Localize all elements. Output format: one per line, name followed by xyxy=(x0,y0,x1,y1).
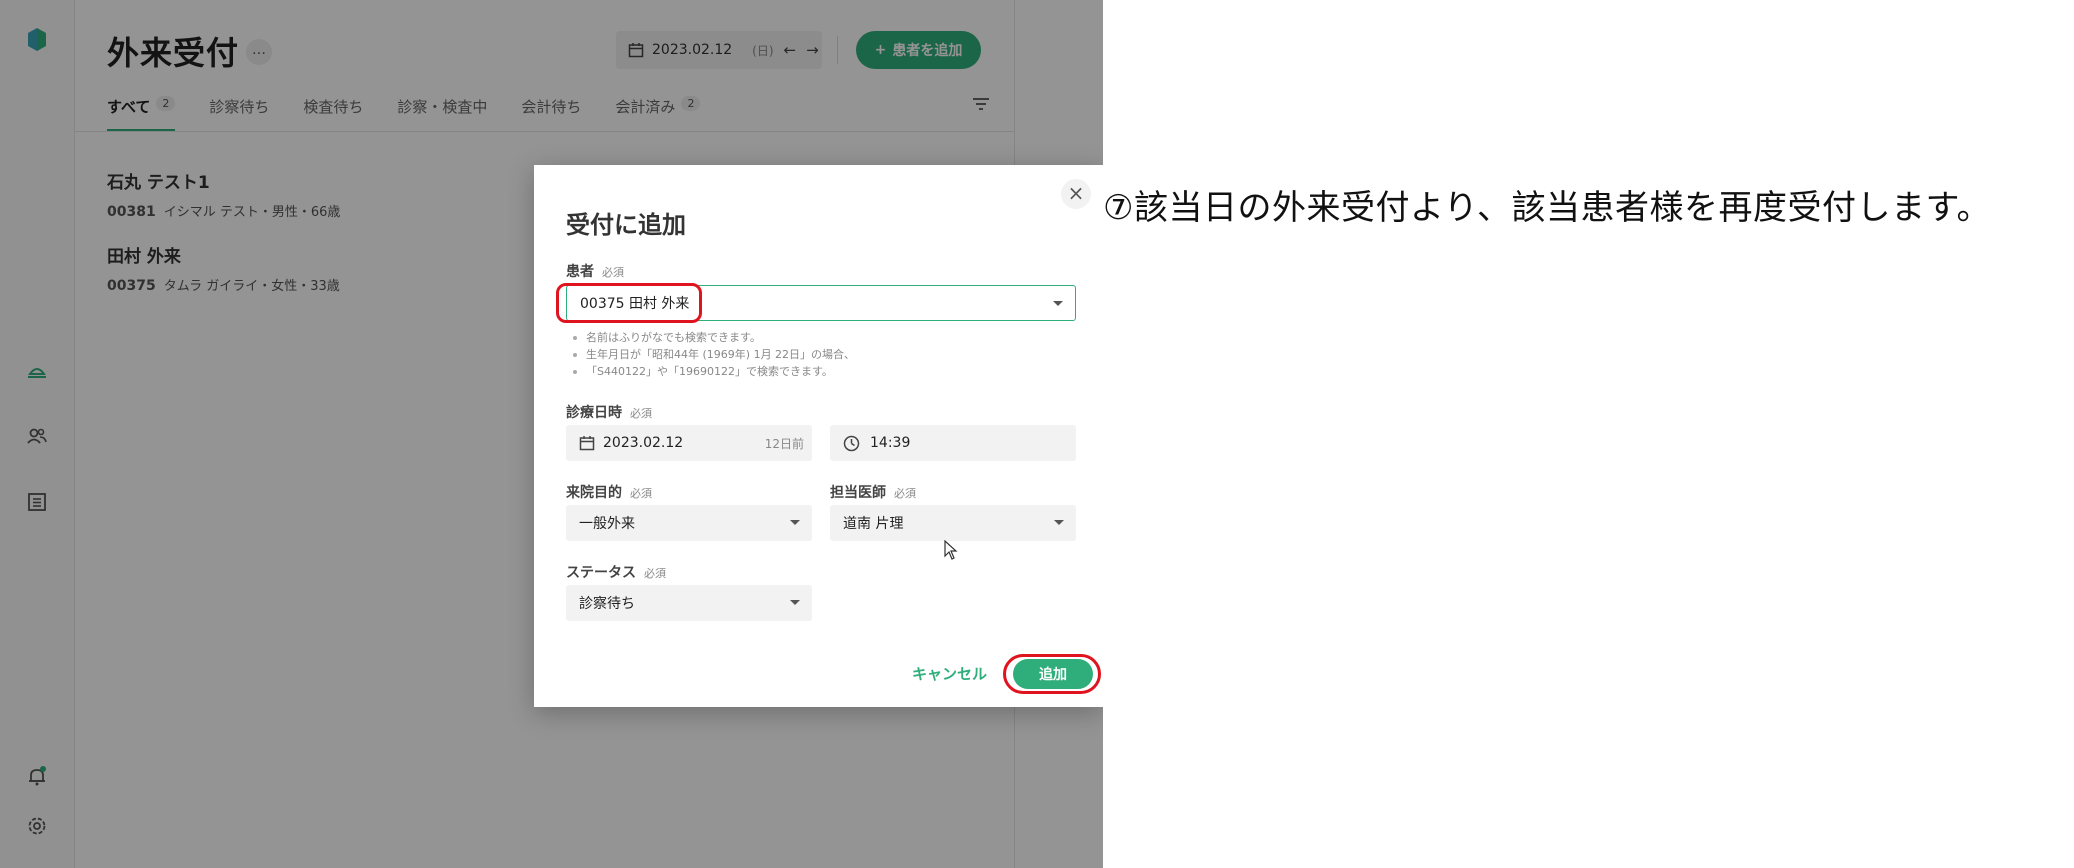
instruction-text: ⑦該当日の外来受付より、該当患者様を再度受付します。 xyxy=(1103,188,1992,228)
hint-text: 名前はふりがなでも検索できます。 xyxy=(570,329,855,346)
cancel-button[interactable]: キャンセル xyxy=(912,663,987,684)
label-text: 来院目的 xyxy=(566,485,622,501)
label-text: ステータス xyxy=(566,565,636,581)
chevron-down-icon xyxy=(790,520,800,525)
patient-label: 患者 必須 xyxy=(566,261,624,281)
required-tag: 必須 xyxy=(630,487,652,500)
label-text: 担当医師 xyxy=(830,485,886,501)
time-value: 14:39 xyxy=(870,435,911,451)
purpose-value: 一般外来 xyxy=(579,516,635,532)
mouse-cursor-icon xyxy=(944,539,958,564)
status-select[interactable]: 診察待ち xyxy=(566,585,812,621)
hint-text: 「S440122」や「19690122」で検索できます。 xyxy=(570,363,855,380)
doctor-value: 道南 片理 xyxy=(843,516,904,532)
time-field[interactable]: 14:39 xyxy=(830,425,1076,461)
calendar-icon xyxy=(579,435,603,451)
datetime-label: 診療日時 必須 xyxy=(566,402,652,422)
date-value: 2023.02.12 xyxy=(603,435,684,451)
dialog-title: 受付に追加 xyxy=(566,211,686,239)
close-icon[interactable]: × xyxy=(1061,179,1091,209)
required-tag: 必須 xyxy=(644,567,666,580)
required-tag: 必須 xyxy=(630,407,652,420)
chevron-down-icon xyxy=(1053,301,1063,306)
label-text: 診療日時 xyxy=(566,405,622,421)
highlight-ring-patient xyxy=(556,283,702,323)
chevron-down-icon xyxy=(790,600,800,605)
required-tag: 必須 xyxy=(894,487,916,500)
doctor-select[interactable]: 道南 片理 xyxy=(830,505,1076,541)
doctor-label: 担当医師 必須 xyxy=(830,482,916,502)
date-field[interactable]: 2023.02.12 12日前 xyxy=(566,425,812,461)
status-label: ステータス 必須 xyxy=(566,562,666,582)
purpose-select[interactable]: 一般外来 xyxy=(566,505,812,541)
status-value: 診察待ち xyxy=(579,596,635,612)
hint-text: 生年月日が「昭和44年 (1969年) 1月 22日」の場合、 xyxy=(570,346,855,363)
chevron-down-icon xyxy=(1054,520,1064,525)
highlight-ring-add-button xyxy=(1003,654,1101,694)
add-reception-dialog: 受付に追加 × 患者 必須 00375 田村 外来 名前はふりがなでも検索できます… xyxy=(534,165,1103,707)
required-tag: 必須 xyxy=(602,266,624,279)
purpose-label: 来院目的 必須 xyxy=(566,482,652,502)
date-relative: 12日前 xyxy=(764,436,804,451)
clock-icon xyxy=(843,435,870,452)
label-text: 患者 xyxy=(566,264,594,280)
search-hints: 名前はふりがなでも検索できます。 生年月日が「昭和44年 (1969年) 1月 … xyxy=(570,329,855,380)
app-window: 外来受付 … 2023.02.12 (日) ← → + 患者を追加 すべて 2 … xyxy=(0,0,1103,868)
